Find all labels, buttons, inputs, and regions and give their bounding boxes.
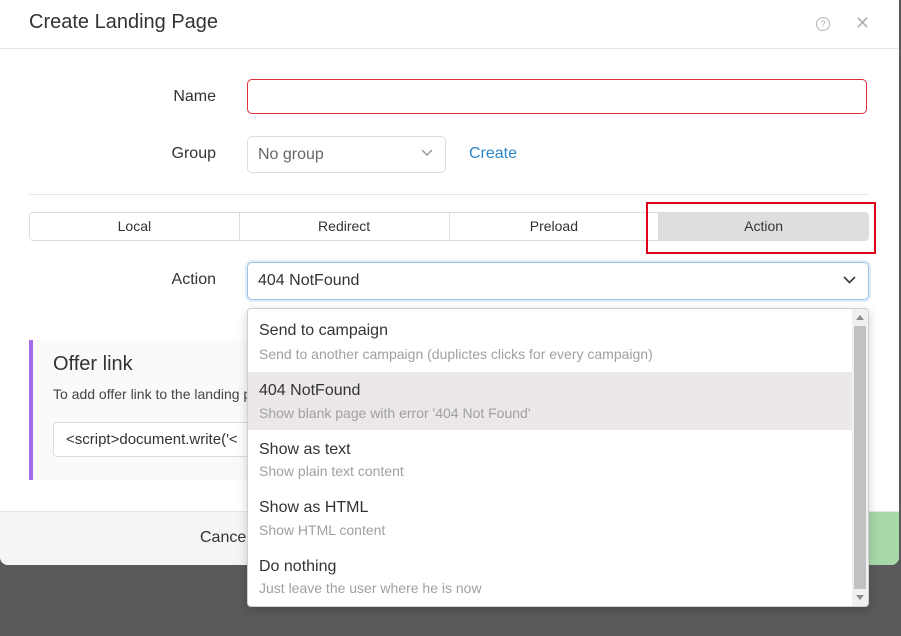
name-label: Name [173,88,216,105]
action-select-value: 404 NotFound [258,272,360,289]
divider [29,194,869,195]
action-label: Action [171,271,216,288]
offer-link-code: <script>document.write('< [66,431,238,448]
chevron-down-icon [843,276,856,284]
scroll-down-arrow-icon[interactable] [856,595,864,600]
option-title: Show as HTML [259,499,369,516]
option-description: Show HTML content [259,522,386,538]
group-label: Group [171,145,216,162]
help-icon[interactable]: ? [816,17,830,31]
name-input[interactable] [247,79,867,114]
option-title: Send to campaign [259,322,388,339]
option-title: Do nothing [259,558,337,575]
create-group-link[interactable]: Create [469,145,517,163]
modal-header: Create Landing Page ? ✕ [0,0,899,49]
option-description: Show blank page with error '404 Not Foun… [259,405,531,421]
option-description: Show plain text content [259,463,404,479]
option-title: Show as text [259,441,351,458]
dropdown-option-send-to-campaign[interactable]: Send to campaign Send to another campaig… [248,309,853,367]
option-description: Just leave the user where he is now [259,580,482,596]
tab-redirect[interactable]: Redirect [239,213,450,240]
tab-preload[interactable]: Preload [449,213,660,240]
scroll-up-arrow-icon[interactable] [856,315,864,320]
offer-link-description: To add offer link to the landing p [53,386,252,402]
scroll-thumb[interactable] [854,326,866,589]
chevron-down-icon [421,149,433,157]
group-select[interactable]: No group [247,136,446,173]
dropdown-option-show-as-html[interactable]: Show as HTML Show HTML content [248,489,853,547]
dropdown-option-404-notfound[interactable]: 404 NotFound Show blank page with error … [248,372,853,430]
cancel-button[interactable]: Cancel [200,529,250,547]
dropdown-option-show-as-text[interactable]: Show as text Show plain text content [248,430,853,488]
tab-local[interactable]: Local [30,213,240,240]
group-select-value: No group [258,146,324,163]
dropdown-option-do-nothing[interactable]: Do nothing Just leave the user where he … [248,548,853,606]
option-description: Send to another campaign (duplictes clic… [259,346,653,362]
offer-link-title: Offer link [53,353,133,375]
action-dropdown-menu: Send to campaign Send to another campaig… [247,308,869,607]
action-select[interactable]: 404 NotFound [247,262,869,300]
modal-title: Create Landing Page [29,11,219,33]
option-title: 404 NotFound [259,382,361,399]
highlight-annotation [646,202,876,254]
close-icon[interactable]: ✕ [855,13,870,33]
dropdown-scrollbar[interactable] [852,309,868,606]
